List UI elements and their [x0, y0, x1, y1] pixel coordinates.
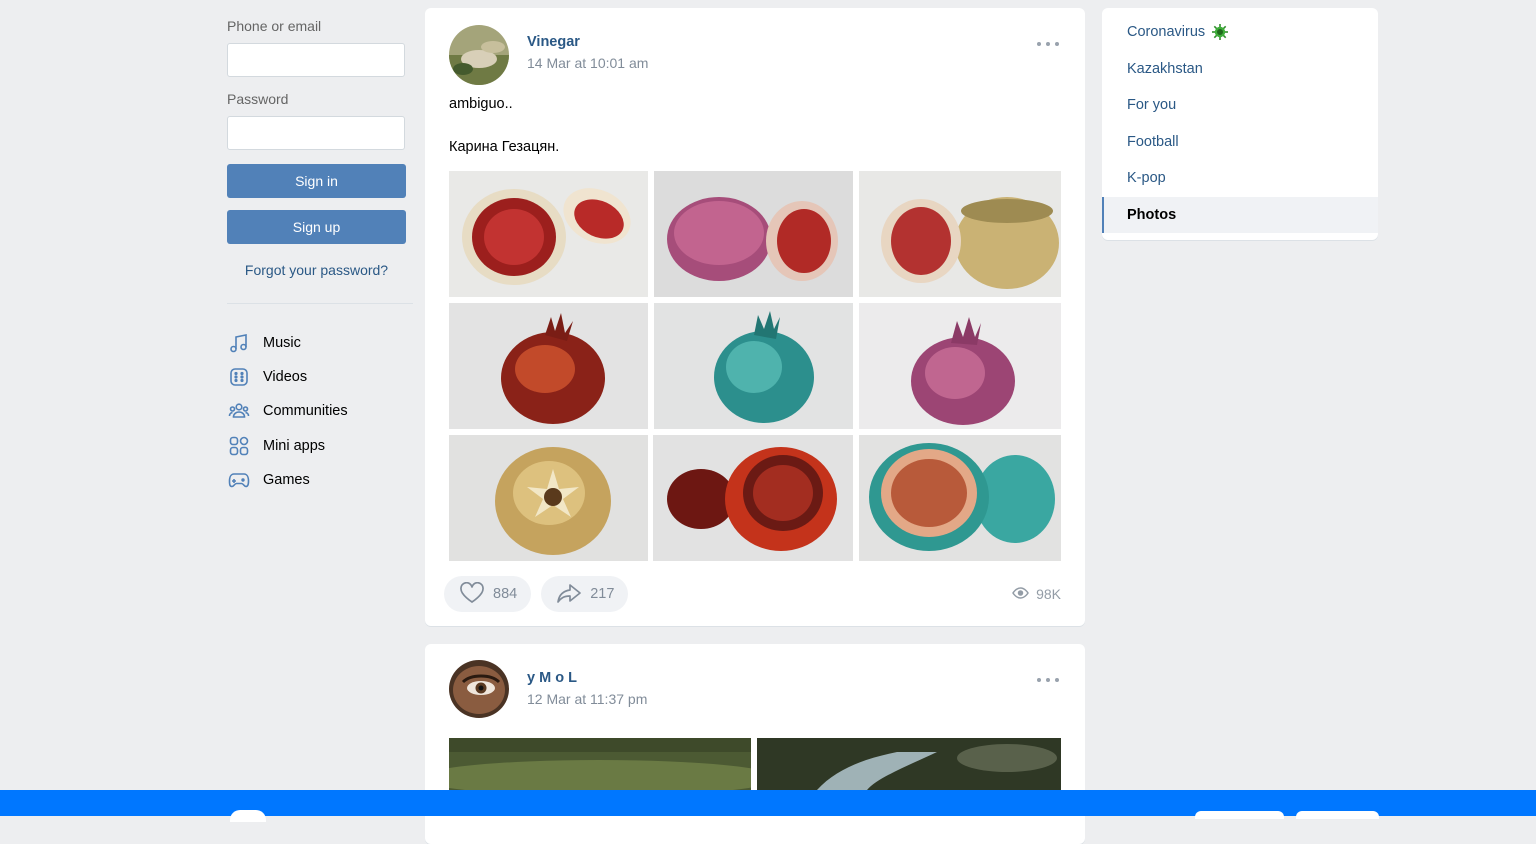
nav-item-photos[interactable]: Photos [1102, 196, 1378, 233]
post-actions: 884 217 [444, 576, 629, 612]
photo-pomegranate-cream-halves[interactable] [859, 171, 1061, 297]
photo-pomegranate-red-open[interactable] [653, 435, 853, 561]
phone-label: Phone or email [227, 18, 322, 34]
divider [227, 303, 413, 304]
side-menu: Music Videos Communities Mini apps Games [227, 326, 413, 497]
share-button[interactable]: 217 [541, 576, 629, 612]
menu-item-communities[interactable]: Communities [227, 394, 413, 428]
avatar[interactable] [449, 660, 509, 718]
photo-pomegranate-open-red[interactable] [449, 171, 648, 297]
nav-label: For you [1127, 97, 1177, 114]
post-date[interactable]: 12 Mar at 11:37 pm [527, 691, 647, 707]
nav-label: Photos [1127, 206, 1177, 223]
post-card: Vinegar 14 Mar at 10:01 am ambiguo.. Кар… [425, 8, 1085, 626]
photo-landscape-river[interactable] [757, 738, 1061, 790]
post-text-line: Карина Гезацян. [449, 139, 560, 155]
nav-label: Coronavirus [1127, 24, 1206, 41]
photo-pomegranate-pink-halves[interactable] [654, 171, 853, 297]
more-options-icon[interactable] [1037, 38, 1059, 50]
share-count: 217 [590, 586, 615, 602]
phone-or-email-input[interactable] [227, 43, 405, 77]
post-author[interactable]: y M o L [527, 670, 577, 686]
views-count: 98K [1036, 586, 1061, 602]
eye-icon [1012, 586, 1029, 602]
avatar[interactable] [449, 25, 509, 85]
sign-in-button[interactable]: Sign in [227, 164, 406, 198]
mini-apps-icon [227, 434, 251, 458]
nav-label: K-pop [1127, 170, 1166, 187]
photo-pomegranate-cream-top[interactable] [449, 435, 648, 561]
password-input[interactable] [227, 116, 405, 150]
like-count: 884 [493, 586, 518, 602]
menu-item-mini-apps[interactable]: Mini apps [227, 429, 413, 463]
menu-label: Mini apps [263, 437, 326, 454]
bottom-bar-button[interactable] [1296, 811, 1379, 819]
menu-label: Games [263, 471, 310, 488]
heart-icon [459, 581, 485, 607]
right-nav: Coronavirus Kazakhstan For you Football … [1102, 8, 1378, 240]
menu-item-games[interactable]: Games [227, 463, 413, 497]
video-icon [227, 365, 251, 389]
nav-label: Football [1127, 133, 1179, 150]
music-icon [227, 331, 251, 355]
like-button[interactable]: 884 [444, 576, 532, 612]
nav-item-football[interactable]: Football [1102, 124, 1378, 161]
views-counter: 98K [1012, 586, 1061, 602]
photo-pomegranate-turquoise-open[interactable] [859, 435, 1061, 561]
menu-item-music[interactable]: Music [227, 326, 413, 360]
post-date[interactable]: 14 Mar at 10:01 am [527, 55, 648, 71]
photo-pomegranate-turquoise[interactable] [654, 303, 853, 429]
photo-pomegranate-dark-red[interactable] [449, 303, 648, 429]
nav-item-coronavirus[interactable]: Coronavirus [1102, 14, 1378, 51]
menu-label: Communities [263, 403, 348, 420]
forgot-password-link[interactable]: Forgot your password? [227, 262, 406, 278]
nav-item-kazakhstan[interactable]: Kazakhstan [1102, 51, 1378, 88]
photo-pomegranate-pink[interactable] [859, 303, 1061, 429]
post-author[interactable]: Vinegar [527, 34, 580, 50]
password-label: Password [227, 91, 289, 107]
sign-up-button[interactable]: Sign up [227, 210, 406, 244]
more-options-icon[interactable] [1037, 674, 1059, 686]
virus-icon [1211, 23, 1229, 41]
menu-label: Videos [263, 369, 308, 386]
nav-item-for-you[interactable]: For you [1102, 87, 1378, 124]
communities-icon [227, 399, 251, 423]
login-panel: Phone or email Password Sign in Sign up … [227, 18, 413, 497]
photo-landscape-hill[interactable] [449, 738, 751, 790]
nav-label: Kazakhstan [1127, 60, 1203, 77]
gamepad-icon [227, 468, 251, 492]
post-text-line: ambiguo.. [449, 96, 513, 112]
logo [230, 810, 266, 822]
menu-item-videos[interactable]: Videos [227, 360, 413, 394]
nav-item-kpop[interactable]: K-pop [1102, 160, 1378, 197]
menu-label: Music [263, 335, 301, 352]
share-icon [556, 582, 582, 607]
bottom-bar-button[interactable] [1195, 811, 1284, 819]
bottom-bar [0, 790, 1536, 822]
